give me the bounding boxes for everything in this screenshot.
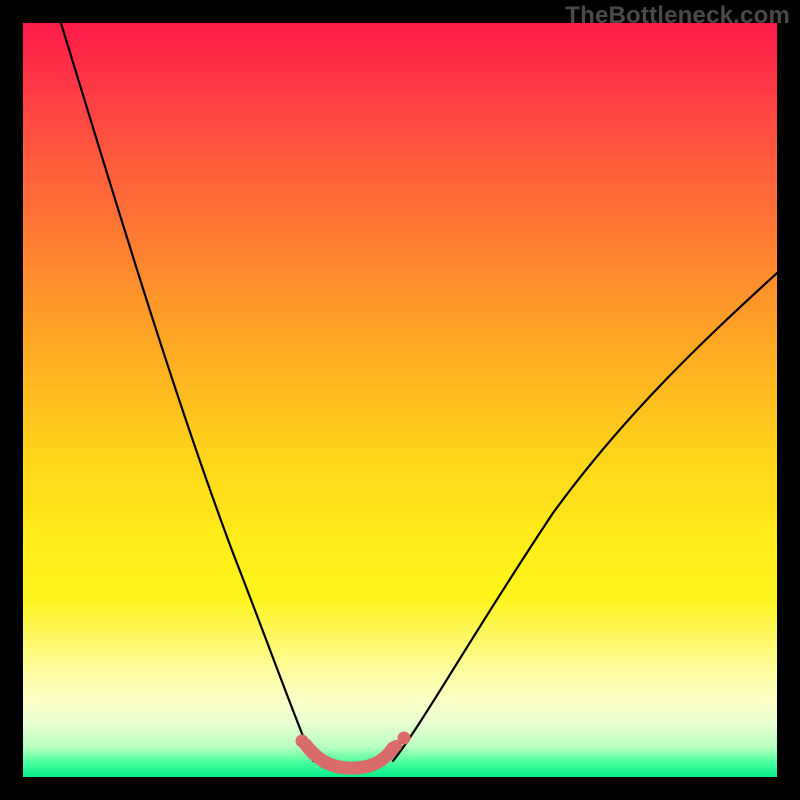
chart-frame: TheBottleneck.com xyxy=(0,0,800,800)
curve-left xyxy=(61,23,313,761)
chart-plot-area xyxy=(23,23,777,777)
chart-svg xyxy=(23,23,777,777)
watermark-text: TheBottleneck.com xyxy=(565,2,790,30)
curve-right xyxy=(393,273,777,761)
bottleneck-marker xyxy=(296,732,411,775)
